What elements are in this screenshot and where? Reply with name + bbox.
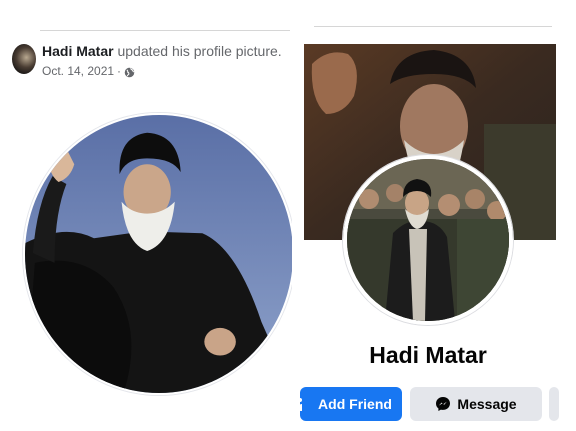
globe-icon[interactable]: [124, 66, 135, 77]
message-button[interactable]: Message: [410, 387, 542, 421]
divider: [40, 30, 290, 31]
add-friend-label: Add Friend: [318, 396, 392, 412]
post-meta: Oct. 14, 2021 ·: [42, 63, 290, 79]
meta-separator: ·: [117, 64, 122, 78]
post-profile-photo[interactable]: [23, 113, 292, 395]
post-headline: Hadi Matar updated his profile picture.: [42, 42, 290, 60]
profile-name: Hadi Matar: [369, 342, 487, 368]
messenger-icon: [435, 396, 451, 412]
add-friend-icon: [300, 397, 306, 411]
post-author-avatar[interactable]: [12, 44, 36, 74]
post-header: Hadi Matar updated his profile picture. …: [42, 42, 290, 79]
more-options-button[interactable]: [549, 387, 559, 421]
post-author-name[interactable]: Hadi Matar: [42, 43, 114, 59]
profile-picture[interactable]: [343, 155, 513, 325]
post-panel: Hadi Matar updated his profile picture. …: [0, 0, 292, 431]
divider: [314, 26, 552, 27]
add-friend-button[interactable]: Add Friend: [300, 387, 402, 421]
post-timestamp[interactable]: Oct. 14, 2021: [42, 63, 114, 79]
message-label: Message: [457, 396, 517, 412]
post-action-text: updated his profile picture.: [117, 43, 282, 59]
profile-panel: Hadi Matar Add Friend Message: [300, 0, 576, 431]
